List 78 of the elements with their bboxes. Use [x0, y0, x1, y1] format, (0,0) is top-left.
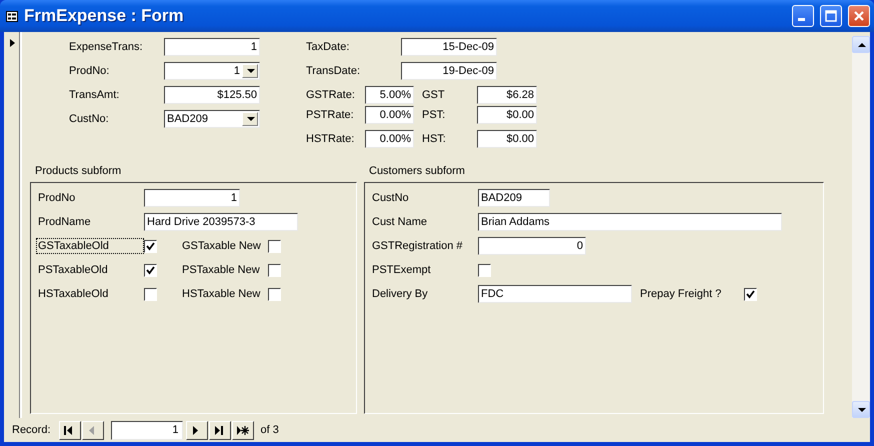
scroll-up-button[interactable]	[852, 36, 870, 53]
field-label: TransAmt:	[69, 89, 120, 101]
field-label: ProdNo:	[69, 65, 110, 77]
field-label: HST:	[422, 133, 447, 145]
input-field[interactable]: 19-Dec-09	[401, 62, 497, 80]
form-icon	[6, 10, 18, 22]
field-label: GSTRate:	[306, 89, 356, 101]
field-label: GST	[422, 89, 446, 101]
record-selector-icon	[8, 38, 16, 48]
caret-icon	[246, 66, 254, 76]
input-field[interactable]: Hard Drive 2039573-3	[144, 213, 298, 231]
field-label: ExpenseTrans:	[69, 41, 144, 53]
checkbox[interactable]	[744, 288, 757, 300]
input-field[interactable]: BAD209	[478, 189, 550, 207]
close-icon	[853, 10, 865, 22]
checkbox[interactable]	[144, 240, 157, 252]
new-record-button[interactable]	[232, 420, 254, 440]
field-label: PSTRate:	[306, 109, 355, 121]
checkbox-label: HSTaxableOld	[37, 287, 110, 302]
field-label: CustNo	[372, 192, 410, 204]
checkbox[interactable]	[268, 264, 281, 276]
dropdown-button[interactable]	[242, 64, 258, 78]
field-label: Delivery By	[372, 288, 429, 300]
field-label: TaxDate:	[306, 41, 350, 53]
checkbox[interactable]	[144, 264, 157, 276]
input-field[interactable]: 0.00%	[365, 106, 414, 124]
input-field[interactable]: 15-Dec-09	[401, 38, 497, 56]
checkbox-label: Prepay Freight ?	[640, 288, 722, 300]
record-label: Record:	[12, 424, 51, 436]
checkbox-label: GSTaxableOld	[36, 238, 144, 254]
last-record-button[interactable]	[208, 420, 231, 440]
record-count: of 3	[260, 424, 279, 436]
input-field[interactable]: $125.50	[164, 86, 260, 104]
next-record-button[interactable]	[186, 420, 208, 440]
maximize-button[interactable]	[820, 5, 842, 27]
field-label: HSTRate:	[306, 133, 356, 145]
input-field[interactable]: $0.00	[477, 106, 537, 124]
checkbox[interactable]	[268, 288, 281, 300]
checkbox-label: GSTaxable New	[182, 240, 262, 252]
scroll-down-button[interactable]	[852, 401, 870, 418]
input-field[interactable]: 1	[144, 189, 240, 207]
checkbox[interactable]	[478, 264, 491, 276]
subform-label: Products subform	[35, 165, 122, 177]
first-record-button[interactable]	[58, 420, 81, 440]
field-label: PST:	[422, 109, 446, 121]
input-field[interactable]: $0.00	[477, 130, 537, 148]
field-label: ProdName	[38, 216, 92, 228]
subform-label: Customers subform	[369, 165, 466, 177]
checkbox-label: PSTaxable New	[182, 264, 261, 276]
input-field[interactable]: $6.28	[477, 86, 537, 104]
window-title: FrmExpense : Form	[24, 6, 185, 26]
checkbox-label: HSTaxable New	[182, 288, 262, 300]
checkbox[interactable]	[144, 288, 157, 300]
caret-icon	[246, 114, 254, 124]
input-field[interactable]: 0	[478, 237, 586, 255]
checkbox-label: PSTaxableOld	[37, 263, 109, 278]
field-label: ProdNo	[38, 192, 76, 204]
new-record-icon	[236, 424, 250, 436]
field-label: CustNo:	[69, 113, 110, 125]
combo-box[interactable]: BAD209	[164, 110, 260, 128]
record-number-field[interactable]: 1	[110, 420, 183, 440]
input-field[interactable]: FDC	[478, 285, 632, 303]
minimize-button[interactable]	[792, 5, 814, 27]
input-field[interactable]: 1	[164, 38, 260, 56]
input-field[interactable]: Brian Addams	[478, 213, 782, 231]
combo-box[interactable]: 1	[164, 62, 260, 80]
close-button[interactable]	[848, 5, 870, 27]
input-field[interactable]: 5.00%	[365, 86, 414, 104]
scrollbar[interactable]	[852, 36, 870, 418]
dropdown-button[interactable]	[242, 112, 258, 126]
field-label: TransDate:	[306, 65, 362, 77]
checkbox[interactable]	[268, 240, 281, 252]
checkbox-label: PSTExempt	[372, 264, 432, 276]
input-field[interactable]: 0.00%	[365, 130, 414, 148]
maximize-icon	[825, 10, 837, 22]
field-label: Cust Name	[372, 216, 428, 228]
field-label: GSTRegistration #	[372, 240, 464, 252]
minimize-icon	[798, 18, 805, 21]
